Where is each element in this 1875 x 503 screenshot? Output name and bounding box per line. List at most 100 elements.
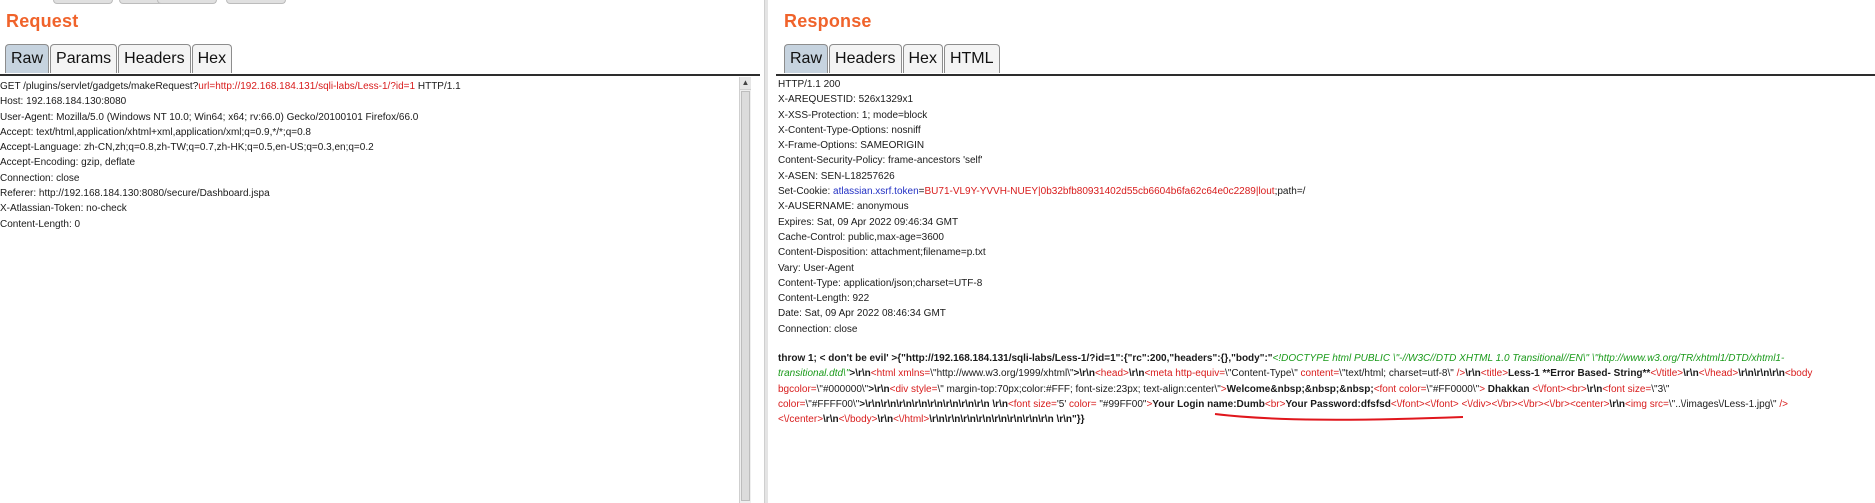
json-tag: <center> [1569,398,1610,410]
json-text: \r\n [877,414,894,426]
request-header-line: Accept-Language: zh-CN,zh;q=0.8,zh-TW;q=… [0,142,374,154]
json-attr-value: \"text/html; charset=utf-8\" [1339,368,1454,380]
json-tag: <\/title> [1650,368,1684,380]
tab-params[interactable]: Params [50,44,118,73]
json-text: \r\n\r\n\r\n [1738,368,1785,380]
response-header-line: X-Frame-Options: SAMEORIGIN [778,140,925,152]
json-text: \r\n [1465,368,1481,380]
json-tag: <head> [1094,368,1129,380]
tab-headers[interactable]: Headers [829,44,902,73]
login-name-text: Your Login name:Dumb [1152,398,1265,410]
response-header-line: X-AUSERNAME: anonymous [778,201,909,213]
cookie-value: BU71-VL9Y-YVVH-NUEY|0b32bfb80931402d55cb… [924,186,1275,198]
json-tag: <\/div> [1461,398,1492,410]
request-line-method-path: GET /plugins/servlet/gadgets/makeRequest… [0,81,199,92]
panel-divider[interactable] [764,0,768,503]
response-header-line: Content-Type: application/json;charset=U… [778,277,983,289]
json-prefix: throw 1; < don't be evil' >{"http://192.… [778,353,1273,364]
response-header-line: Connection: close [778,323,858,335]
json-tag: /> [1776,398,1788,410]
request-panel: Request Raw Params Headers Hex GET /plug… [0,0,760,503]
tab-raw[interactable]: Raw [5,44,50,73]
json-tag: <\/br> [1517,398,1544,410]
response-text-area[interactable]: HTTP/1.1 200 X-AREQUESTID: 526x1329x1 X-… [778,77,1305,337]
json-tag: <font color= [1373,383,1427,395]
json-tag: <\/body> [838,414,878,426]
cookie-prefix: Set-Cookie: [778,186,834,198]
tab-headers[interactable]: Headers [118,44,191,73]
response-tabs: Raw Headers Hex HTML [784,44,1001,74]
json-text: >\r\n [1073,368,1095,380]
json-attr: color= [1066,398,1100,410]
json-attr-value: \"#FF0000\" [1426,383,1480,395]
json-attr-value: \"Content-Type\" [1225,368,1298,380]
json-text: \r\n [1609,398,1625,410]
response-header-line: X-Content-Type-Options: nosniff [778,124,921,136]
json-attr-value: \" margin-top:70px;color:#FFF; font-size… [937,383,1221,395]
json-attr-value: '5' [1056,398,1067,410]
json-text: \r\n [1586,383,1603,395]
request-tabs: Raw Params Headers Hex [5,44,233,74]
response-header-line: Content-Disposition: attachment;filename… [778,247,986,259]
json-tag: <br> [1566,383,1587,395]
json-attr-value: \"#FFFF00\" [805,398,860,410]
json-text: >\r\n [849,368,871,380]
json-tag: /> [1453,368,1466,380]
request-header-line: Accept: text/html,application/xhtml+xml,… [0,126,311,138]
json-tag: <\/font> [1532,383,1567,395]
set-cookie-line: Set-Cookie: atlassian.xsrf.token=BU71-VL… [778,184,1305,199]
json-text: Less-1 **Error Based- String** [1508,368,1651,380]
request-header-line: Connection: close [0,172,80,184]
scrollbar-thumb[interactable] [741,91,750,501]
response-header-line: Vary: User-Agent [778,262,854,274]
request-header-line: Referer: http://192.168.184.130:8080/sec… [0,188,270,200]
json-tag: <\/center> [778,414,824,426]
password-text: Your Password:dfsfsd [1285,398,1391,410]
json-tag: <font size= [1602,383,1652,395]
response-header-line: X-ASEN: SEN-L18257626 [778,170,895,182]
tab-underline [0,74,760,76]
request-line-protocol: HTTP/1.1 [415,81,461,92]
json-text: Dhakkan [1485,383,1533,395]
scroll-up-icon[interactable]: ▲ [740,77,751,90]
response-header-line: Date: Sat, 09 Apr 2022 08:46:34 GMT [778,308,946,320]
response-header-line: Cache-Control: public,max-age=3600 [778,231,944,243]
red-underline-annotation [1214,413,1464,421]
json-attr-value: \"3\" [1651,383,1670,395]
json-attr-value: "#99FF00" [1099,398,1147,410]
request-header-line: X-Atlassian-Token: no-check [0,203,127,215]
tab-hex[interactable]: Hex [191,44,233,73]
json-attr-value: \"http://www.w3.org/1999/xhtml\" [930,368,1074,380]
json-text: \r\n [1128,368,1145,380]
response-header-line: HTTP/1.1 200 [778,79,841,90]
response-header-line: Expires: Sat, 09 Apr 2022 09:46:34 GMT [778,216,959,228]
tab-hex[interactable]: Hex [902,44,943,73]
json-text: \r\n\r\n\r\n\r\n\r\n\r\n\r\n\r\n \r\n [929,414,1073,426]
json-tag: <font size= [1007,398,1057,410]
json-text: >\r\n [868,383,890,395]
tab-html[interactable]: HTML [943,44,1000,73]
json-attr: content= [1297,368,1340,380]
json-suffix: "}} [1072,414,1085,426]
json-attr-value: \"..\/images\/Less-1.jpg\" [1668,398,1777,410]
tab-raw[interactable]: Raw [784,44,829,73]
cookie-name: atlassian.xsrf.token [833,186,919,198]
json-tag: <\/font> [1390,398,1425,410]
cookie-suffix: ;path=/ [1274,186,1306,198]
json-text: \r\n [1683,368,1699,380]
request-scrollbar[interactable]: ▲ [739,77,751,503]
json-tag: <\/html> [893,414,930,426]
json-text: >\r\n\r\n\r\n\r\n\r\n\r\n\r\n\r\n \r\n [859,398,1008,410]
response-header-line: Content-Length: 922 [778,293,870,305]
request-header-line: Content-Length: 0 [0,218,81,230]
request-line-param: url= [198,81,216,92]
json-text: Welcome&nbsp;&nbsp;&nbsp; [1226,383,1374,395]
request-header-line: Accept-Encoding: gzip, deflate [0,157,136,169]
json-doctype: <!DOCTYPE html PUBLIC \"-//W3C//DTD XHTM… [1272,353,1590,364]
response-header-line: Content-Security-Policy: frame-ancestors… [778,155,983,167]
request-text-area[interactable]: GET /plugins/servlet/gadgets/makeRequest… [0,79,461,232]
request-line-url: http://192.168.184.131/sqli-labs/Less-1/… [215,81,416,92]
request-header-line: Host: 192.168.184.130:8080 [0,96,127,108]
json-attr: color= [778,398,806,410]
json-tag: <\/br> [1491,398,1518,410]
